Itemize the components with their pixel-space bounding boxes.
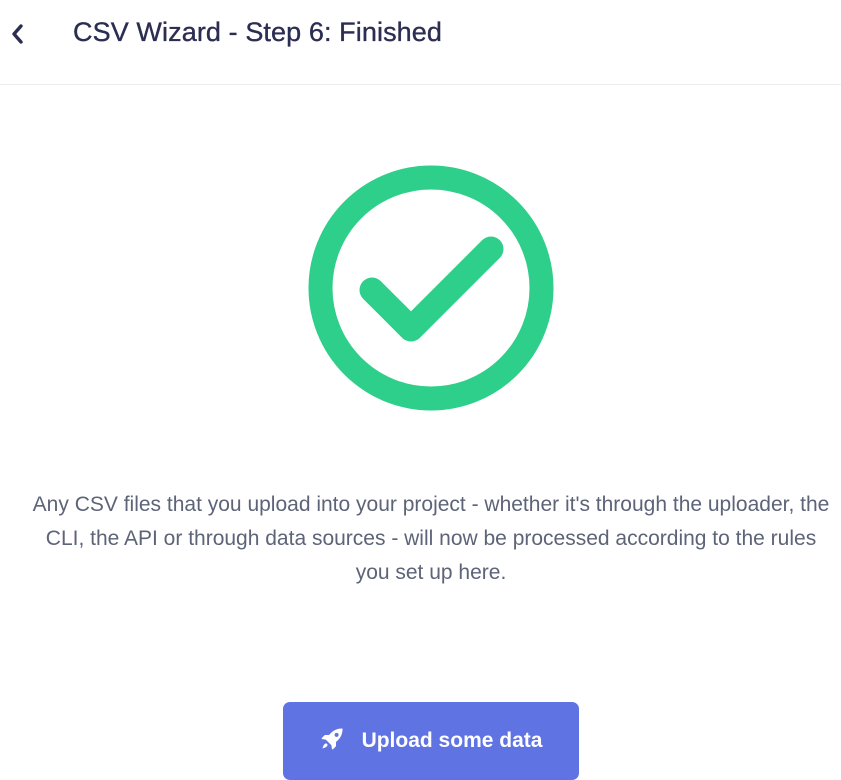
upload-data-button[interactable]: Upload some data (283, 702, 579, 780)
completion-message: Any CSV files that you upload into your … (32, 493, 830, 584)
back-button[interactable] (4, 18, 32, 50)
chevron-left-icon (12, 24, 23, 44)
check-circle-icon (308, 165, 554, 411)
page-title: CSV Wizard - Step 6: Finished (73, 17, 443, 47)
upload-data-button-label: Upload some data (361, 729, 543, 752)
header: CSV Wizard - Step 6: Finished (0, 0, 841, 85)
rocket-icon (321, 728, 343, 750)
